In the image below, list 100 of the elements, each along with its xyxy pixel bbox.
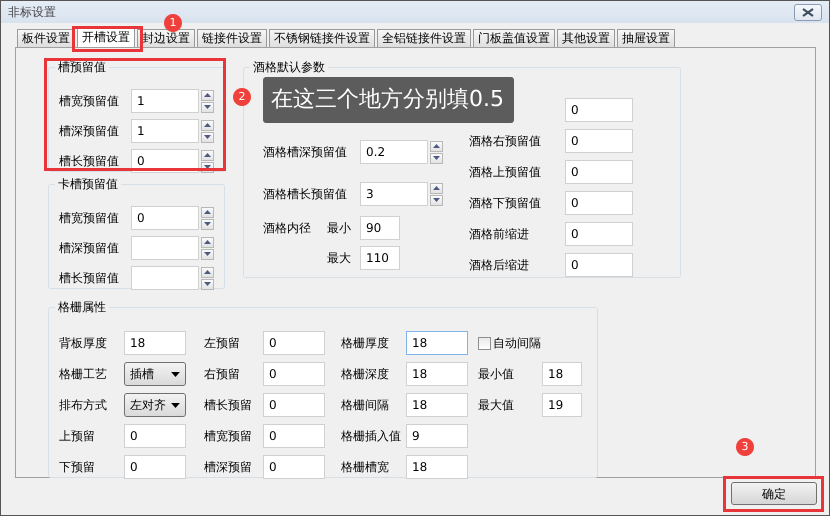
field-label: 下预留 xyxy=(59,459,96,476)
input-field[interactable]: 18 xyxy=(406,362,468,386)
down-arrow-icon xyxy=(204,135,211,139)
spin-up-button[interactable] xyxy=(201,90,214,100)
spin-down-button[interactable] xyxy=(201,132,214,142)
tab[interactable]: 封边设置 xyxy=(137,29,195,47)
input-field[interactable]: 0 xyxy=(263,362,325,386)
input-field[interactable]: 0 xyxy=(131,206,199,230)
input-field[interactable]: 0 xyxy=(263,455,325,479)
up-arrow-icon xyxy=(433,144,440,148)
input-field[interactable]: 18 xyxy=(406,331,468,355)
spin-down-button[interactable] xyxy=(201,102,214,112)
close-button[interactable] xyxy=(794,4,822,20)
down-arrow-icon xyxy=(433,156,440,160)
field-label: 酒格前缩进 xyxy=(469,226,530,242)
tab[interactable]: 链接件设置 xyxy=(197,29,267,47)
field-label: 酒格右预留值 xyxy=(469,132,542,150)
input-field[interactable]: 3 xyxy=(360,182,428,206)
spin-down-button[interactable] xyxy=(201,218,214,230)
up-arrow-icon xyxy=(204,240,211,244)
field-label: 槽深预留值 xyxy=(59,123,120,140)
close-icon xyxy=(802,8,814,16)
input-field[interactable]: 110 xyxy=(360,246,400,270)
down-arrow-icon xyxy=(204,105,211,109)
tab[interactable]: 全铝链接件设置 xyxy=(377,29,471,47)
field-label: 最大值 xyxy=(478,397,515,414)
input-field[interactable]: 0 xyxy=(565,252,633,276)
tab[interactable]: 板件设置 xyxy=(17,29,75,47)
field-label: 排布方式 xyxy=(59,397,108,414)
field-label: 格栅工艺 xyxy=(59,366,108,383)
up-arrow-icon xyxy=(204,153,211,157)
caret-icon xyxy=(171,372,180,376)
field-label: 格栅间隔 xyxy=(341,397,390,414)
input-field[interactable]: 0 xyxy=(565,160,633,184)
tab[interactable]: 不锈钢链接件设置 xyxy=(269,29,375,47)
tab[interactable]: 门板盖值设置 xyxy=(473,29,555,47)
spin-up-button[interactable] xyxy=(430,140,443,152)
caret-icon xyxy=(171,402,180,408)
group-title: 酒格默认参数 xyxy=(250,60,328,74)
input-field[interactable]: 0 xyxy=(263,331,325,355)
input-field[interactable]: 18 xyxy=(406,393,468,417)
field-label: 右预留 xyxy=(204,366,241,383)
spin-up-button[interactable] xyxy=(201,206,214,218)
field-label: 槽长预留值 xyxy=(59,270,120,287)
spin-up-button[interactable] xyxy=(201,120,214,130)
field-label: 酒格槽深预留值 xyxy=(263,144,348,161)
input-field[interactable]: 18 xyxy=(406,455,468,479)
input-field[interactable]: 1 xyxy=(131,119,199,143)
spin-down-button[interactable] xyxy=(201,248,214,260)
spin-down-button[interactable] xyxy=(430,152,443,164)
field-label: 左预留 xyxy=(204,335,241,352)
confirm-button[interactable]: 确定 xyxy=(731,482,817,505)
input-field[interactable]: 0 xyxy=(263,424,325,448)
field-label: 酒格内径 xyxy=(263,220,312,237)
field-label: 槽深预留值 xyxy=(59,240,120,257)
tab[interactable]: 其他设置 xyxy=(557,29,615,47)
input-field[interactable]: 19 xyxy=(542,393,582,417)
field-label: 酒格后缩进 xyxy=(469,256,530,274)
field-label: 槽长预留 xyxy=(204,397,253,414)
input-field[interactable]: 0 xyxy=(124,455,186,479)
input-field[interactable]: 9 xyxy=(406,424,468,448)
field-label: 上预留 xyxy=(59,428,96,445)
input-field[interactable]: 0 xyxy=(263,393,325,417)
field-label: 格栅厚度 xyxy=(341,335,390,352)
input-field[interactable]: 0 xyxy=(565,190,633,214)
field-label: 槽深预留 xyxy=(204,459,253,476)
spin-up-button[interactable] xyxy=(201,150,214,160)
input-field[interactable]: 0 xyxy=(565,128,633,152)
tab[interactable]: 抽屉设置 xyxy=(617,29,675,47)
checkbox-label: 自动间隔 xyxy=(493,335,541,352)
dropdown-value: 插槽 xyxy=(130,366,154,383)
input-field[interactable]: 0 xyxy=(565,222,633,246)
input-field[interactable]: 0.2 xyxy=(360,140,428,164)
spin-up-button[interactable] xyxy=(430,182,443,194)
input-field[interactable] xyxy=(131,236,199,260)
input-field[interactable]: 0 xyxy=(124,424,186,448)
input-field[interactable]: 1 xyxy=(131,89,199,113)
group-title: 卡槽预留值 xyxy=(55,177,121,191)
tooltip: 在这三个地方分别填0.5 xyxy=(263,77,514,123)
field-label: 格栅深度 xyxy=(341,366,390,383)
spin-down-button[interactable] xyxy=(430,194,443,206)
up-arrow-icon xyxy=(433,186,440,190)
input-field[interactable]: 0 xyxy=(565,98,633,122)
field-label: 槽宽预留值 xyxy=(59,93,120,110)
checkbox[interactable] xyxy=(478,336,491,350)
input-field[interactable]: 18 xyxy=(124,331,186,355)
field-label: 槽宽预留 xyxy=(204,428,253,445)
window-title: 非标设置 xyxy=(8,4,56,21)
up-arrow-icon xyxy=(204,210,211,214)
down-arrow-icon xyxy=(433,198,440,202)
input-field[interactable] xyxy=(131,266,199,290)
input-field[interactable]: 18 xyxy=(542,362,582,386)
dropdown[interactable]: 左对齐 xyxy=(124,393,186,417)
dropdown[interactable]: 插槽 xyxy=(124,362,186,386)
spin-up-button[interactable] xyxy=(201,266,214,278)
spin-down-button[interactable] xyxy=(201,278,214,290)
input-field[interactable]: 90 xyxy=(360,216,400,240)
spin-up-button[interactable] xyxy=(201,236,214,248)
up-arrow-icon xyxy=(204,270,211,274)
field-label: 最大 xyxy=(327,250,352,267)
